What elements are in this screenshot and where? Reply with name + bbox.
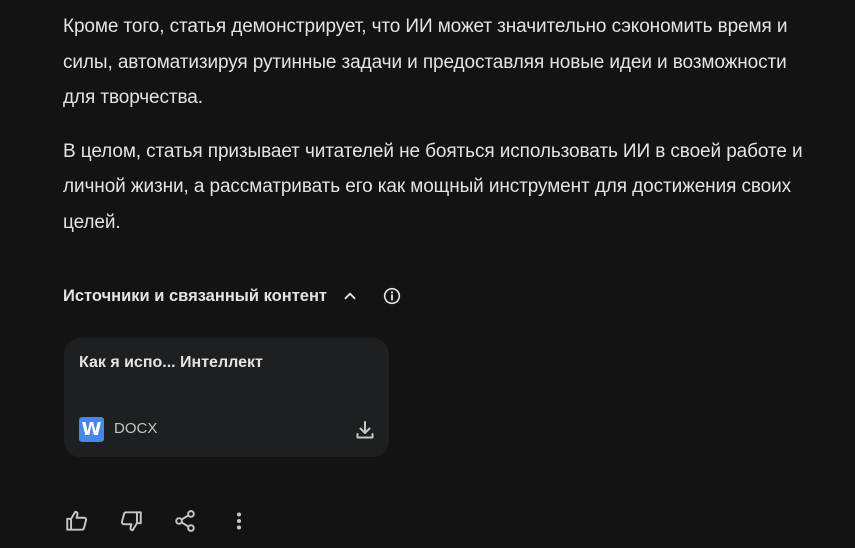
thumbs-up-icon[interactable] xyxy=(64,508,90,534)
response-content: Кроме того, статья демонстрирует, что ИИ… xyxy=(63,9,823,258)
info-icon[interactable] xyxy=(381,285,403,307)
response-paragraph: Кроме того, статья демонстрирует, что ИИ… xyxy=(63,16,788,108)
response-actions xyxy=(64,508,280,534)
source-card-title: Как я испо... Интеллект xyxy=(79,354,263,371)
sources-header: Источники и связанный контент xyxy=(63,283,403,309)
thumbs-down-icon[interactable] xyxy=(118,508,144,534)
download-icon[interactable] xyxy=(353,418,377,442)
chevron-up-icon[interactable] xyxy=(339,285,361,307)
share-icon[interactable] xyxy=(172,508,198,534)
word-file-icon: W xyxy=(79,417,104,442)
more-vert-icon[interactable] xyxy=(226,508,252,534)
sources-title: Источники и связанный контент xyxy=(63,286,327,305)
response-paragraph: В целом, статья призывает читателей не б… xyxy=(63,140,803,233)
source-card[interactable]: Как я испо... Интеллект W DOCX xyxy=(64,338,389,457)
file-type-label: DOCX xyxy=(114,420,158,437)
